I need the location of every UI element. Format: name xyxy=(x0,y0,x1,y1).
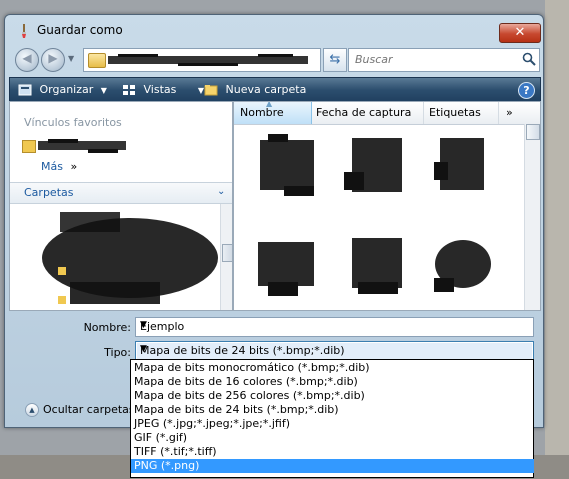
scrollbar-thumb[interactable] xyxy=(222,244,232,262)
file-thumbnail[interactable] xyxy=(344,132,410,198)
column-tags-header[interactable]: Etiquetas xyxy=(429,106,481,119)
folder-icon xyxy=(88,53,106,68)
navigation-pane: Vínculos favoritos Más » Carpetas ⌄ xyxy=(9,101,233,311)
paint-brush-icon xyxy=(22,24,26,38)
file-type-dropdown-list: Mapa de bits monocromático (*.bmp;*.dib)… xyxy=(130,359,534,478)
navigation-pane-scrollbar[interactable] xyxy=(220,204,232,310)
favorite-links-header: Vínculos favoritos xyxy=(24,116,122,129)
favorite-link-item[interactable] xyxy=(22,138,132,154)
views-button[interactable]: Vistas ▼ xyxy=(122,78,204,102)
file-thumbnail[interactable] xyxy=(430,132,496,198)
close-button[interactable]: ✕ xyxy=(499,23,541,43)
file-type-label: Tipo: xyxy=(104,346,131,359)
command-toolbar: Organizar ▼ Vistas ▼ Nueva carpeta ? xyxy=(9,77,541,103)
recent-pages-dropdown-icon[interactable]: ▼ xyxy=(68,54,74,63)
file-thumbnail[interactable] xyxy=(254,132,320,198)
redacted-path xyxy=(108,54,308,66)
forward-arrow-icon: ▶ xyxy=(48,51,58,65)
back-button[interactable]: ◀ xyxy=(15,48,39,72)
file-type-option[interactable]: Mapa de bits de 256 colores (*.bmp;*.dib… xyxy=(131,389,534,403)
file-type-option[interactable]: TIFF (*.tif;*.tiff) xyxy=(131,445,534,459)
column-separator xyxy=(423,102,424,124)
file-thumbnail[interactable] xyxy=(344,232,410,298)
file-type-option[interactable]: PNG (*.png) xyxy=(131,459,534,473)
help-icon[interactable]: ? xyxy=(518,82,535,99)
column-separator xyxy=(498,102,499,124)
folders-section-header[interactable]: Carpetas ⌄ xyxy=(10,182,232,204)
more-arrows-icon: » xyxy=(70,160,78,173)
file-list-pane: ▲ Nombre Fecha de captura Etiquetas » xyxy=(233,101,541,311)
background-window-edge xyxy=(545,0,569,479)
hide-folders-label: Ocultar carpetas xyxy=(43,403,135,416)
folders-label: Carpetas xyxy=(24,186,74,199)
window-title: Guardar como xyxy=(37,23,123,37)
file-type-option[interactable]: JPEG (*.jpg;*.jpeg;*.jpe;*.jfif) xyxy=(131,417,534,431)
chevron-down-icon[interactable]: ▼ xyxy=(140,320,529,330)
address-bar[interactable]: ▼ xyxy=(83,48,391,72)
more-links[interactable]: Más » xyxy=(41,160,77,173)
folder-icon xyxy=(22,140,36,153)
file-type-option[interactable]: GIF (*.gif) xyxy=(131,431,534,445)
new-folder-icon xyxy=(204,85,218,96)
new-folder-button[interactable]: Nueva carpeta xyxy=(204,78,306,102)
file-thumbnail[interactable] xyxy=(430,232,496,298)
search-input[interactable] xyxy=(353,52,517,67)
file-type-option[interactable]: Mapa de bits de 24 bits (*.bmp;*.dib) xyxy=(131,403,534,417)
more-label: Más xyxy=(41,160,63,173)
column-name-label: Nombre xyxy=(240,106,284,119)
search-icon[interactable] xyxy=(522,52,536,66)
forward-button[interactable]: ▶ xyxy=(41,48,65,72)
navigation-bar: ◀ ▶ ▼ ▼ ⇆ xyxy=(5,46,543,76)
views-icon xyxy=(123,85,135,95)
new-folder-label: Nueva carpeta xyxy=(225,83,307,96)
refresh-button[interactable]: ⇆ xyxy=(323,48,347,72)
refresh-icon: ⇆ xyxy=(329,52,341,67)
file-thumbnail[interactable] xyxy=(254,232,320,298)
file-list-scrollbar[interactable] xyxy=(524,124,540,310)
redacted-folder-tree xyxy=(42,212,218,304)
organize-icon xyxy=(18,84,32,96)
column-date-header[interactable]: Fecha de captura xyxy=(316,106,411,119)
title-bar[interactable]: Guardar como ✕ xyxy=(5,15,543,45)
search-box[interactable] xyxy=(348,48,540,72)
column-headers: ▲ Nombre Fecha de captura Etiquetas » xyxy=(234,102,540,125)
views-label: Vistas xyxy=(143,83,177,96)
file-type-option[interactable]: Mapa de bits de 16 colores (*.bmp;*.dib) xyxy=(131,375,534,389)
collapse-up-icon: ▲ xyxy=(25,403,39,417)
chevron-down-icon: ⌄ xyxy=(217,186,226,197)
redacted-link xyxy=(38,139,126,153)
file-type-option[interactable]: Mapa de bits monocromático (*.bmp;*.dib) xyxy=(131,361,534,375)
column-name-header[interactable]: ▲ Nombre xyxy=(234,102,312,124)
file-name-field[interactable]: Ejemplo ▼ xyxy=(135,317,534,337)
organize-label: Organizar xyxy=(39,83,94,96)
organize-dropdown-icon: ▼ xyxy=(100,86,107,95)
file-name-label: Nombre: xyxy=(83,321,131,334)
scrollbar-thumb[interactable] xyxy=(526,124,540,140)
file-type-select[interactable]: Mapa de bits de 24 bits (*.bmp;*.dib) ▼ xyxy=(135,341,534,361)
chevron-down-icon[interactable]: ▼ xyxy=(140,344,529,354)
more-columns-icon[interactable]: » xyxy=(506,106,513,119)
organize-button[interactable]: Organizar ▼ xyxy=(18,78,107,102)
back-arrow-icon: ◀ xyxy=(22,51,32,65)
